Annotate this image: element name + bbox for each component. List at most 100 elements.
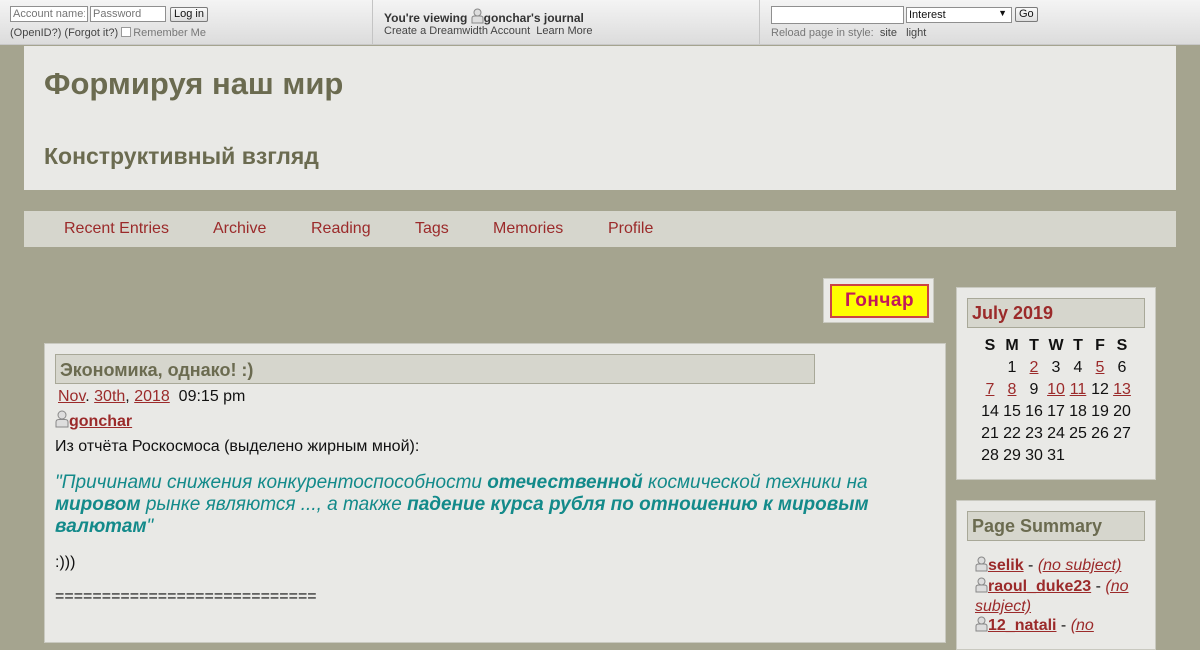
list-item: selik - (no subject) [975, 556, 1145, 577]
calendar-day-link[interactable]: 10 [1047, 381, 1065, 398]
forgot-password-link[interactable]: (Forgot it?) [64, 27, 118, 39]
userpic-text: Гончар [844, 290, 915, 311]
nav-recent-entries[interactable]: Recent Entries [64, 220, 169, 238]
entry-date-month-link[interactable]: Nov [58, 388, 85, 405]
calendar-day [979, 357, 1001, 379]
search-type-value: Interest [909, 9, 946, 21]
journal-title: Формируя наш мир [44, 66, 344, 101]
calendar-day-link[interactable]: 8 [1008, 381, 1017, 398]
nav-archive[interactable]: Archive [213, 220, 266, 238]
summary-user-link[interactable]: raoul_duke23 [988, 578, 1091, 595]
calendar-day-link[interactable]: 11 [1070, 381, 1087, 398]
calendar-day: 17 [1047, 403, 1065, 420]
create-account-link[interactable]: Create a Dreamwidth Account [384, 25, 530, 37]
journal-link[interactable]: gonchar's journal [484, 11, 584, 25]
calendar-day: 4 [1073, 359, 1083, 376]
calendar-weekday: T [1073, 337, 1083, 354]
calendar-week-row: 21 22 23 24 25 26 27 [979, 423, 1133, 445]
calendar-day: 1 [1007, 359, 1017, 376]
nav-tags[interactable]: Tags [415, 220, 449, 238]
calendar-day-link[interactable]: 7 [986, 381, 995, 398]
calendar-day: 5 [1089, 357, 1111, 379]
calendar-day: 25 [1069, 425, 1087, 442]
calendar-day: 23 [1025, 425, 1043, 442]
nav-profile[interactable]: Profile [608, 220, 653, 238]
nav-memories[interactable]: Memories [493, 220, 563, 238]
calendar-day: 8 [1001, 379, 1023, 401]
nav-reading[interactable]: Reading [311, 220, 371, 238]
entry-intro: Из отчёта Роскосмоса (выделено жирным мн… [55, 438, 420, 455]
top-control-strip: Log in (OpenID?) (Forgot it?) Remember Me… [0, 0, 1200, 45]
journal-entry: Экономика, однако! :) Nov. 30th, 2018 09… [44, 343, 946, 643]
learn-more-link[interactable]: Learn More [536, 25, 592, 37]
calendar-weekday: M [1005, 337, 1019, 354]
chevron-down-icon: ▼ [998, 8, 1007, 18]
entry-body: Из отчёта Роскосмоса (выделено жирным мн… [55, 438, 925, 606]
calendar-day: 11 [1067, 379, 1089, 401]
calendar-week-row: 7 8 9 10 11 12 13 [979, 379, 1133, 401]
calendar-day: 19 [1091, 403, 1109, 420]
calendar-day: 15 [1003, 403, 1021, 420]
user-icon [975, 577, 988, 598]
calendar-day [1067, 445, 1089, 467]
entry-author-link[interactable]: gonchar [69, 413, 132, 430]
calendar-day: 10 [1045, 379, 1067, 401]
calendar-day [1089, 445, 1111, 467]
entry-subject: Экономика, однако! :) [55, 354, 815, 384]
page-summary-list: selik - (no subject) raoul_duke23 - (no … [975, 556, 1145, 637]
style-light-link[interactable]: light [906, 27, 926, 39]
calendar-day: 21 [981, 425, 999, 442]
journal-userpic[interactable]: Гончар [830, 284, 929, 318]
calendar-day-link[interactable]: 2 [1030, 359, 1039, 376]
entry-date-year-link[interactable]: 2018 [134, 388, 170, 405]
calendar-table: S M T W T F S 1 2 3 4 5 6 7 8 9 10 11 12 13 14 15 16 17 1… [979, 335, 1133, 467]
calendar-week-row: 123456 [979, 357, 1133, 379]
calendar-weekday: S [1116, 337, 1128, 354]
calendar-day: 30 [1025, 447, 1043, 464]
calendar-day: 6 [1117, 359, 1127, 376]
calendar-day: 7 [979, 379, 1001, 401]
openid-link[interactable]: (OpenID?) [10, 27, 61, 39]
calendar-weekday: W [1048, 337, 1064, 354]
entry-time: 09:15 pm [178, 388, 246, 405]
list-item: 12_natali - (no [975, 616, 1145, 637]
user-icon [55, 410, 69, 433]
calendar-day: 12 [1091, 381, 1109, 398]
calendar-day: 13 [1111, 379, 1133, 401]
list-item: raoul_duke23 - (no subject) [975, 577, 1129, 615]
calendar-day: 22 [1003, 425, 1021, 442]
entry-author: gonchar [55, 410, 132, 433]
entry-date-day-link[interactable]: 30th [94, 388, 125, 405]
password-input[interactable] [90, 6, 166, 22]
summary-user-link[interactable]: 12_natali [988, 617, 1056, 634]
search-input[interactable] [771, 6, 904, 24]
summary-subject-link[interactable]: (no subject) [1038, 557, 1122, 574]
entry-quote: "Причинами снижения конкурентоспособност… [55, 472, 869, 537]
go-button[interactable]: Go [1015, 7, 1038, 22]
login-button[interactable]: Log in [170, 7, 208, 22]
journal-userpic-frame: Гончар [823, 278, 934, 323]
calendar-weekday: F [1095, 337, 1105, 354]
style-site-link[interactable]: site [880, 27, 897, 39]
page-summary-module: Page Summary selik - (no subject) raoul_… [956, 500, 1156, 650]
summary-user-link[interactable]: selik [988, 557, 1024, 574]
summary-subject-link[interactable]: (no [1071, 617, 1094, 634]
login-section: Log in (OpenID?) (Forgot it?) Remember Me [0, 0, 373, 44]
page-summary-title: Page Summary [967, 511, 1145, 541]
calendar-day-link[interactable]: 13 [1113, 381, 1131, 398]
search-section: Interest ▼ Go Reload page in style: site… [761, 0, 1200, 44]
entry-smile: :))) [55, 554, 76, 571]
account-name-input[interactable] [10, 6, 88, 22]
calendar-day: 31 [1047, 447, 1065, 464]
search-type-select[interactable]: Interest ▼ [906, 7, 1012, 23]
calendar-day: 24 [1047, 425, 1065, 442]
calendar-weekday-row: S M T W T F S [979, 335, 1133, 357]
calendar-day-link[interactable]: 5 [1096, 359, 1105, 376]
calendar-day: 28 [981, 447, 999, 464]
remember-me-checkbox[interactable] [121, 27, 132, 37]
calendar-day: 26 [1091, 425, 1109, 442]
calendar-day: 29 [1003, 447, 1021, 464]
journal-header: Формируя наш мир Конструктивный взгляд [24, 46, 1176, 190]
calendar-day: 18 [1069, 403, 1087, 420]
calendar-day: 27 [1113, 425, 1131, 442]
